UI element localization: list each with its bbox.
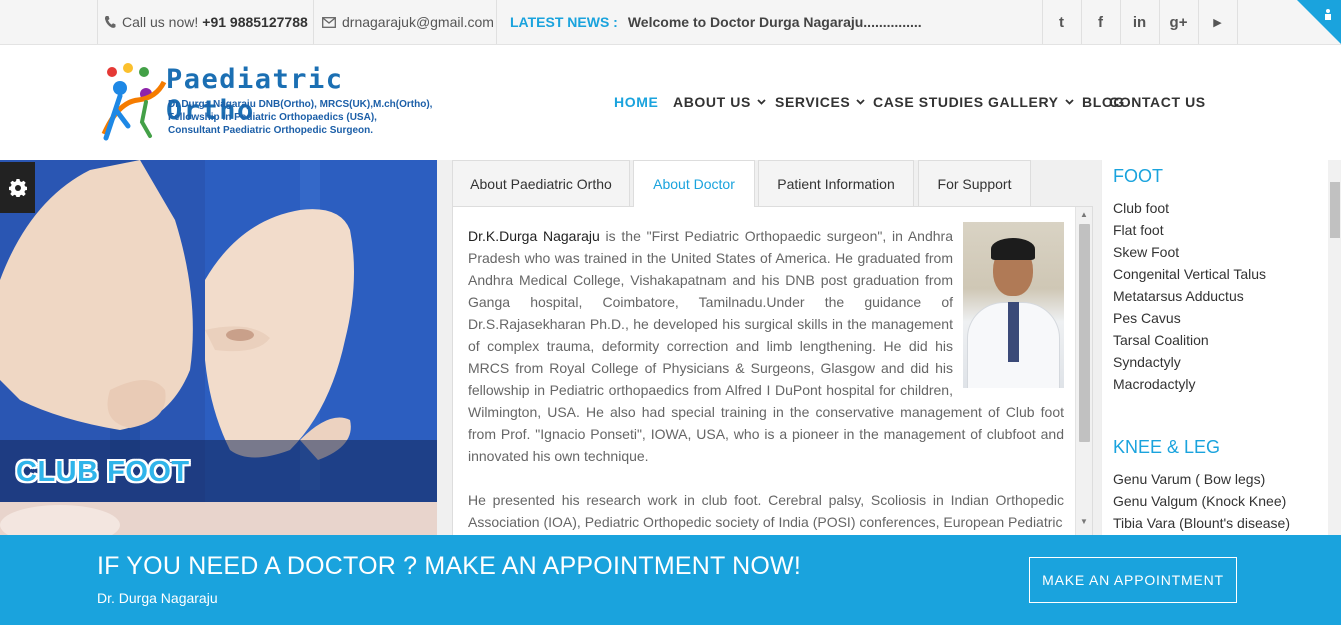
nav-about-us-label: ABOUT US <box>673 94 751 110</box>
sidebar-item-congenital-vertical-talus[interactable]: Congenital Vertical Talus <box>1113 266 1266 282</box>
logo-credentials: Dr.Durga Nagaraju DNB(Ortho), MRCS(UK),M… <box>168 99 433 110</box>
tab-about-doctor[interactable]: About Doctor <box>633 160 755 207</box>
nav-case-studies-label: CASE STUDIES <box>873 94 984 110</box>
panel-scrollbar[interactable]: ▲ ▼ <box>1075 207 1092 535</box>
site-logo[interactable]: Paediatric Ortho Dr.Durga Nagaraju DNB(O… <box>98 62 432 142</box>
sidebar-item-pes-cavus[interactable]: Pes Cavus <box>1113 310 1181 326</box>
phone-icon <box>104 15 116 29</box>
nav-contact-us-label: CONTACT US <box>1109 94 1206 110</box>
accessibility-icon[interactable] <box>1321 8 1335 25</box>
sidebar-item-genu-valgum[interactable]: Genu Valgum (Knock Knee) <box>1113 493 1286 509</box>
linkedin-icon[interactable]: in <box>1120 0 1159 44</box>
divider <box>496 0 497 44</box>
logo-emblem-icon <box>101 63 167 141</box>
settings-toggle[interactable] <box>0 162 35 213</box>
chevron-down-icon <box>856 99 865 105</box>
nav-services[interactable]: SERVICES <box>775 92 865 112</box>
photo-hair <box>991 238 1035 260</box>
sidebar-item-club-foot[interactable]: Club foot <box>1113 200 1169 216</box>
nav-gallery-label: GALLERY <box>988 94 1059 110</box>
sidebar-item-skew-foot[interactable]: Skew Foot <box>1113 244 1179 260</box>
facebook-icon[interactable]: f <box>1081 0 1120 44</box>
nav-home[interactable]: HOME <box>614 92 658 112</box>
sidebar-item-flat-foot[interactable]: Flat foot <box>1113 222 1164 238</box>
news-ticker: LATEST NEWS : Welcome to Doctor Durga Na… <box>510 0 922 44</box>
google-plus-icon[interactable]: g+ <box>1159 0 1198 44</box>
appointment-heading: IF YOU NEED A DOCTOR ? MAKE AN APPOINTME… <box>97 552 801 580</box>
make-appointment-button[interactable]: MAKE AN APPOINTMENT <box>1029 557 1237 603</box>
email-link[interactable]: drnagarajuk@gmail.com <box>342 14 494 30</box>
research-paragraph: He presented his research work in club f… <box>468 492 1064 530</box>
hero-slide[interactable]: CLUB FOOT <box>0 160 437 535</box>
about-doctor-text: Dr.K.Durga Nagaraju is the "First Pediat… <box>468 222 1064 535</box>
doctor-name: Dr.K.Durga Nagaraju <box>468 228 600 244</box>
email-info: drnagarajuk@gmail.com <box>322 0 494 44</box>
scroll-up-icon[interactable]: ▲ <box>1080 210 1088 219</box>
gear-icon <box>8 178 27 197</box>
nav-gallery[interactable]: GALLERY <box>988 92 1074 112</box>
knee-leg-heading: KNEE & LEG <box>1113 437 1221 457</box>
tab-label: For Support <box>937 175 1012 192</box>
tab-label: About Paediatric Ortho <box>470 175 612 192</box>
tab-label: Patient Information <box>777 175 895 192</box>
news-text[interactable]: Welcome to Doctor Durga Nagaraju........… <box>628 14 922 30</box>
top-bar: Call us now! +91 9885127788 drnagarajuk@… <box>0 0 1341 45</box>
nav-home-label: HOME <box>614 94 659 110</box>
divider <box>97 0 98 44</box>
sidebar-item-syndactyly[interactable]: Syndactyly <box>1113 354 1181 370</box>
tab-about-paediatric-ortho[interactable]: About Paediatric Ortho <box>452 160 630 206</box>
conditions-sidebar: FOOT Club foot Flat foot Skew Foot Conge… <box>1101 160 1341 535</box>
nav-contact-us[interactable]: CONTACT US <box>1109 92 1206 112</box>
scroll-down-icon[interactable]: ▼ <box>1080 517 1088 526</box>
envelope-icon <box>322 16 336 28</box>
photo-tie <box>1008 302 1019 362</box>
phone-info: Call us now! +91 9885127788 <box>104 0 308 44</box>
accessibility-corner[interactable] <box>1297 0 1341 44</box>
youtube-icon[interactable]: ▶ <box>1198 0 1237 44</box>
foot-heading: FOOT <box>1113 166 1163 186</box>
tab-label: About Doctor <box>653 176 735 192</box>
scrollbar-thumb[interactable] <box>1079 224 1090 442</box>
sidebar-item-tibia-vara[interactable]: Tibia Vara (Blount's disease) <box>1113 515 1290 531</box>
chevron-down-icon <box>757 99 766 105</box>
sidebar-item-genu-varum[interactable]: Genu Varum ( Bow legs) <box>1113 471 1265 487</box>
sidebar-scrollbar[interactable] <box>1328 160 1341 535</box>
news-label: LATEST NEWS : <box>510 14 618 30</box>
doctor-photo <box>963 222 1064 388</box>
site-header: Paediatric Ortho Dr.Durga Nagaraju DNB(O… <box>0 45 1341 160</box>
phone-number[interactable]: +91 9885127788 <box>202 14 308 30</box>
tab-for-support[interactable]: For Support <box>918 160 1031 206</box>
info-tabs: About Paediatric Ortho About Doctor Pati… <box>437 160 1101 535</box>
appointment-banner: IF YOU NEED A DOCTOR ? MAKE AN APPOINTME… <box>0 535 1341 625</box>
logo-fellowship: Fellowship in Pediatric Orthopaedics (US… <box>168 112 377 123</box>
appointment-subtitle: Dr. Durga Nagaraju <box>97 590 218 606</box>
nav-services-label: SERVICES <box>775 94 851 110</box>
tab-patient-information[interactable]: Patient Information <box>758 160 914 206</box>
nav-case-studies[interactable]: CASE STUDIES <box>873 92 984 112</box>
nav-about-us[interactable]: ABOUT US <box>673 92 766 112</box>
twitter-icon[interactable]: t <box>1042 0 1081 44</box>
sidebar-item-tarsal-coalition[interactable]: Tarsal Coalition <box>1113 332 1209 348</box>
phone-label: Call us now! <box>122 14 199 30</box>
chevron-down-icon <box>1064 99 1074 105</box>
hero-caption: CLUB FOOT <box>16 456 190 488</box>
divider <box>1237 0 1238 44</box>
sidebar-item-metatarsus-adductus[interactable]: Metatarsus Adductus <box>1113 288 1244 304</box>
sidebar-item-macrodactyly[interactable]: Macrodactyly <box>1113 376 1195 392</box>
logo-designation: Consultant Paediatric Orthopedic Surgeon… <box>168 125 374 136</box>
scrollbar-thumb[interactable] <box>1330 182 1340 238</box>
divider <box>313 0 314 44</box>
tab-panel-about-doctor[interactable]: Dr.K.Durga Nagaraju is the "First Pediat… <box>452 206 1093 535</box>
